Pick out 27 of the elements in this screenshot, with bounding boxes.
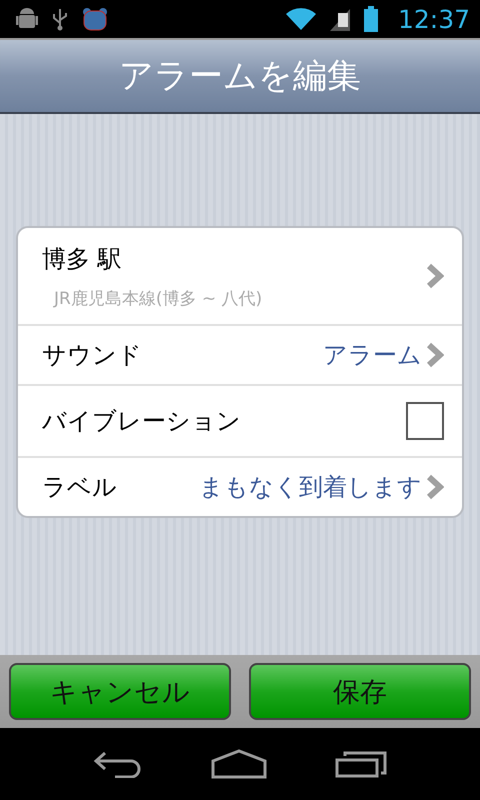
chevron-icon (426, 263, 444, 289)
screen-title: アラームを編集 (119, 55, 361, 98)
setting-value: アラーム (323, 340, 422, 371)
android-icon (16, 7, 38, 31)
cancel-button[interactable]: キャンセル (9, 663, 231, 720)
setting-row[interactable]: サウンド アラーム (18, 324, 462, 384)
back-icon[interactable] (93, 750, 143, 778)
setting-label: バイブレーション (42, 406, 242, 437)
usb-icon (52, 7, 68, 31)
save-button[interactable]: 保存 (249, 663, 471, 720)
checkbox[interactable] (406, 402, 444, 440)
line-name: JR鹿児島本線(博多 ~ 八代) (52, 288, 264, 310)
chevron-icon (426, 342, 444, 368)
recent-apps-icon[interactable] (335, 750, 387, 778)
chevron-icon (426, 474, 444, 500)
station-name: 博多 駅 (42, 244, 123, 274)
setting-label: ラベル (42, 472, 118, 503)
battery-icon (364, 6, 378, 32)
setting-label: サウンド (42, 340, 143, 371)
wifi-icon (286, 8, 316, 30)
home-icon[interactable] (211, 749, 267, 779)
clock: 12:37 (398, 4, 470, 34)
sim-icon (330, 7, 350, 31)
setting-row[interactable]: ラベル まもなく到着します (18, 456, 462, 516)
station-row[interactable]: 博多 駅 JR鹿児島本線(博多 ~ 八代) (18, 228, 462, 324)
setting-value: まもなく到着します (199, 472, 422, 503)
bear-icon (82, 7, 108, 31)
